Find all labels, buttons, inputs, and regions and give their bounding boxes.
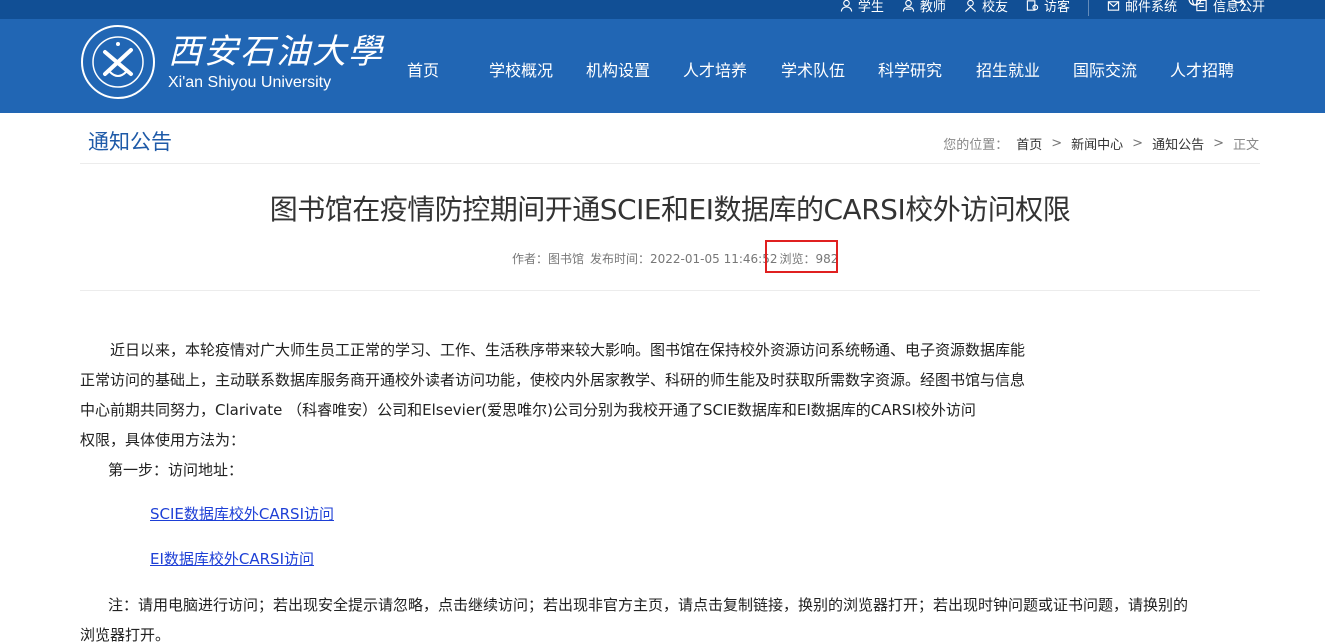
alumni-icon bbox=[964, 0, 976, 12]
view-count-highlight bbox=[765, 240, 838, 273]
breadcrumb-separator: > bbox=[1051, 136, 1063, 151]
note-line: 浏览器打开。 bbox=[80, 626, 171, 643]
paragraph-line: 近日以来，本轮疫情对广大师生员工正常的学习、工作、生活秩序带来较大影响。图书馆在… bbox=[80, 341, 1026, 359]
top-link-visitor[interactable]: 访客 bbox=[1026, 0, 1070, 15]
top-link-mail[interactable]: 邮件系统 bbox=[1107, 0, 1177, 15]
article-divider bbox=[80, 290, 1260, 291]
visitor-icon bbox=[1026, 0, 1039, 11]
note-line: 注：请用电脑进行访问；若出现安全提示请忽略，点击继续访问；若出现非官方主页，请点… bbox=[108, 596, 1189, 614]
paragraph-line: 正常访问的基础上，主动联系数据库服务商开通校外读者访问功能，使校内外居家教学、科… bbox=[80, 371, 1026, 389]
nav-item-research[interactable]: 科学研究 bbox=[878, 57, 942, 81]
top-utility-bar: 学生 教师 校友 访客 邮件系统 信息公开 bbox=[0, 0, 1325, 19]
nav-item-faculty[interactable]: 学术队伍 bbox=[781, 57, 845, 81]
meta-publish-time: 发布时间：2022-01-05 11:46:52 bbox=[590, 252, 778, 266]
top-link-label: 访客 bbox=[1043, 0, 1070, 15]
section-divider bbox=[80, 163, 1260, 164]
section-title: 通知公告 bbox=[88, 130, 172, 154]
nav-item-admissions[interactable]: 招生就业 bbox=[976, 57, 1040, 81]
top-link-label: 教师 bbox=[919, 0, 946, 15]
breadcrumb-item-news[interactable]: 新闻中心 bbox=[1071, 134, 1123, 153]
site-header: 学生 教师 校友 访客 邮件系统 信息公开 西安石油大學 Xi'an Shiyo… bbox=[0, 0, 1325, 113]
nav-item-education[interactable]: 人才培养 bbox=[683, 57, 747, 81]
university-logo[interactable] bbox=[80, 24, 156, 100]
breadcrumb-item-home[interactable]: 首页 bbox=[1016, 134, 1042, 153]
scie-carsi-link[interactable]: SCIE数据库校外CARSI访问 bbox=[150, 503, 334, 524]
top-link-alumni[interactable]: 校友 bbox=[964, 0, 1008, 15]
breadcrumb-separator: > bbox=[1132, 136, 1144, 151]
breadcrumb-label: 您的位置： bbox=[943, 138, 1009, 153]
paragraph-line: 权限，具体使用方法为： bbox=[80, 431, 246, 449]
teacher-icon bbox=[902, 0, 915, 12]
ei-carsi-link[interactable]: EI数据库校外CARSI访问 bbox=[150, 548, 314, 569]
breadcrumb-item-current: 正文 bbox=[1232, 138, 1259, 153]
globe-icon[interactable] bbox=[1188, 0, 1202, 6]
top-link-info[interactable]: 信息公开 bbox=[1195, 0, 1265, 15]
top-link-student[interactable]: 学生 bbox=[840, 0, 884, 15]
top-link-label: 学生 bbox=[857, 0, 884, 15]
top-link-label: 校友 bbox=[981, 0, 1008, 15]
nav-item-recruitment[interactable]: 人才招聘 bbox=[1170, 57, 1234, 81]
nav-item-organization[interactable]: 机构设置 bbox=[586, 57, 650, 81]
brand-chinese-name: 西安石油大學 bbox=[168, 32, 384, 72]
breadcrumb-item-notices[interactable]: 通知公告 bbox=[1152, 134, 1204, 153]
top-link-teacher[interactable]: 教师 bbox=[902, 0, 946, 15]
paragraph-line: 中心前期共同努力，Clarivate （科睿唯安）公司和Elsevier(爱思唯… bbox=[80, 401, 976, 419]
top-link-label: 邮件系统 bbox=[1124, 0, 1177, 15]
brand-english-name: Xi'an Shiyou University bbox=[168, 74, 332, 91]
article-title: 图书馆在疫情防控期间开通SCIE和EI数据库的CARSI校外访问权限 bbox=[269, 193, 1071, 226]
breadcrumb: 您的位置： 首页 > 新闻中心 > 通知公告 > 正文 bbox=[943, 134, 1259, 153]
top-separator bbox=[1087, 0, 1089, 16]
meta-author: 作者：图书馆 bbox=[512, 252, 585, 266]
user-icon bbox=[840, 0, 853, 12]
mail-icon bbox=[1107, 0, 1120, 11]
breadcrumb-separator: > bbox=[1213, 136, 1224, 151]
nav-item-overview[interactable]: 学校概况 bbox=[489, 57, 553, 81]
search-icon[interactable] bbox=[1232, 0, 1246, 6]
nav-item-international[interactable]: 国际交流 bbox=[1073, 57, 1137, 81]
step-one-label: 第一步：访问地址： bbox=[108, 461, 244, 479]
nav-item-home[interactable]: 首页 bbox=[407, 57, 439, 81]
